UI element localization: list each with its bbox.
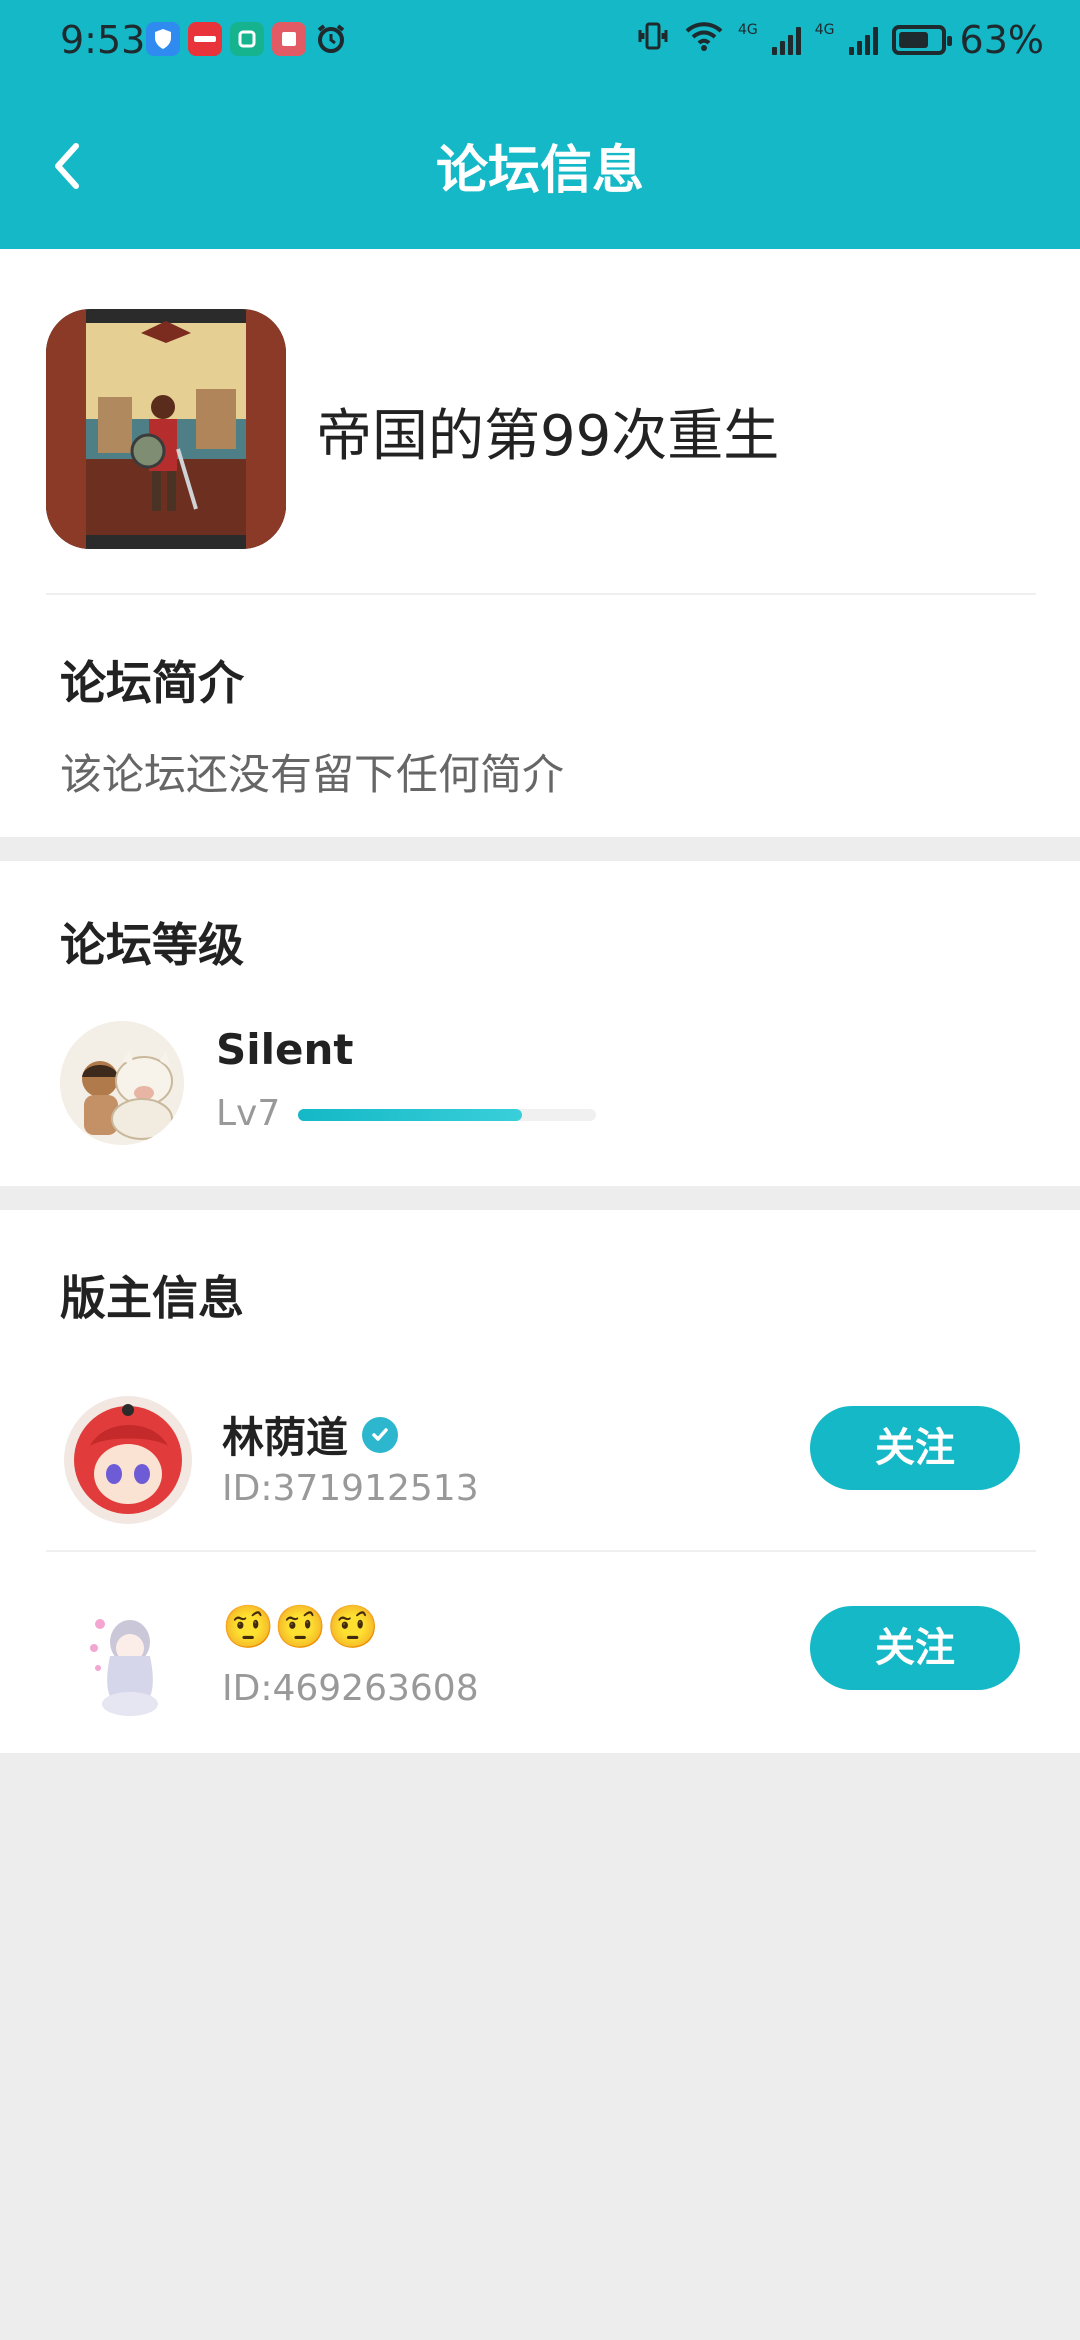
forum-info-screen: 9:53 4G 4G 63% 论坛信息 帝国的第99次重生 论坛简介 该论坛还没…: [0, 0, 1080, 2340]
alarm-icon: [314, 22, 348, 56]
moderator-name: 林荫道: [222, 1413, 349, 1462]
intro-title: 论坛简介: [60, 656, 244, 710]
moderator-title: 版主信息: [60, 1271, 244, 1325]
xiaohongshu-icon: [188, 22, 222, 56]
moderator-id: ID:469263608: [222, 1668, 479, 1709]
intro-text: 该论坛还没有留下任何简介: [60, 750, 565, 799]
network-label-2: 4G: [814, 22, 835, 38]
status-app-icons: [146, 22, 348, 56]
moderator-avatar[interactable]: [64, 1396, 192, 1524]
forum-icon[interactable]: [46, 309, 286, 549]
level-progress-bar: [298, 1109, 596, 1121]
level-progress-fill: [298, 1109, 522, 1121]
vibrate-icon: [636, 18, 670, 62]
status-time: 9:53: [60, 18, 146, 62]
moderator-row: 林荫道 ID:371912513 关注: [0, 1396, 1080, 1596]
battery-icon: [891, 25, 952, 55]
follow-button[interactable]: 关注: [810, 1406, 1020, 1490]
forum-info-card: 帝国的第99次重生 论坛简介 该论坛还没有留下任何简介: [0, 249, 1080, 837]
signal-icon-1: [771, 25, 801, 55]
verified-badge-icon: [362, 1416, 399, 1453]
page-title: 论坛信息: [435, 141, 644, 201]
moderator-name-wrap: 林荫道: [222, 1404, 399, 1465]
reader-icon: [272, 22, 306, 56]
forum-name: 帝国的第99次重生: [316, 404, 780, 469]
divider: [46, 1550, 1036, 1552]
moderator-name: 🤨🤨🤨: [222, 1602, 379, 1651]
moderator-card: 版主信息 林荫道 ID:371912513 关注 🤨🤨🤨 ID:46926360…: [0, 1210, 1080, 1753]
network-label-1: 4G: [738, 22, 758, 38]
level-user-name: Silent: [216, 1025, 354, 1074]
battery-percent: 63%: [959, 18, 1044, 62]
nav-bar: 论坛信息: [0, 84, 1080, 249]
moderator-id: ID:371912513: [222, 1468, 479, 1509]
moderator-row: 🤨🤨🤨 ID:469263608 关注: [0, 1596, 1080, 1796]
forum-level-card: 论坛等级 Silent Lv7: [0, 861, 1080, 1186]
divider: [46, 593, 1036, 595]
top-bar: 9:53 4G 4G 63% 论坛信息: [0, 0, 1080, 249]
moderator-name-wrap: 🤨🤨🤨: [222, 1602, 379, 1652]
shield-app-icon: [146, 22, 180, 56]
avatar[interactable]: [60, 1021, 184, 1145]
wifi-icon: [684, 18, 724, 62]
level-title: 论坛等级: [60, 918, 244, 972]
moderator-avatar[interactable]: [64, 1596, 192, 1724]
status-bar: 9:53 4G 4G 63%: [0, 0, 1080, 84]
signal-icon-2: [848, 25, 878, 55]
status-right: 4G 4G 63%: [636, 18, 1044, 62]
level-label: Lv7: [216, 1093, 281, 1134]
mi-icon: [230, 22, 264, 56]
follow-button[interactable]: 关注: [810, 1606, 1020, 1690]
